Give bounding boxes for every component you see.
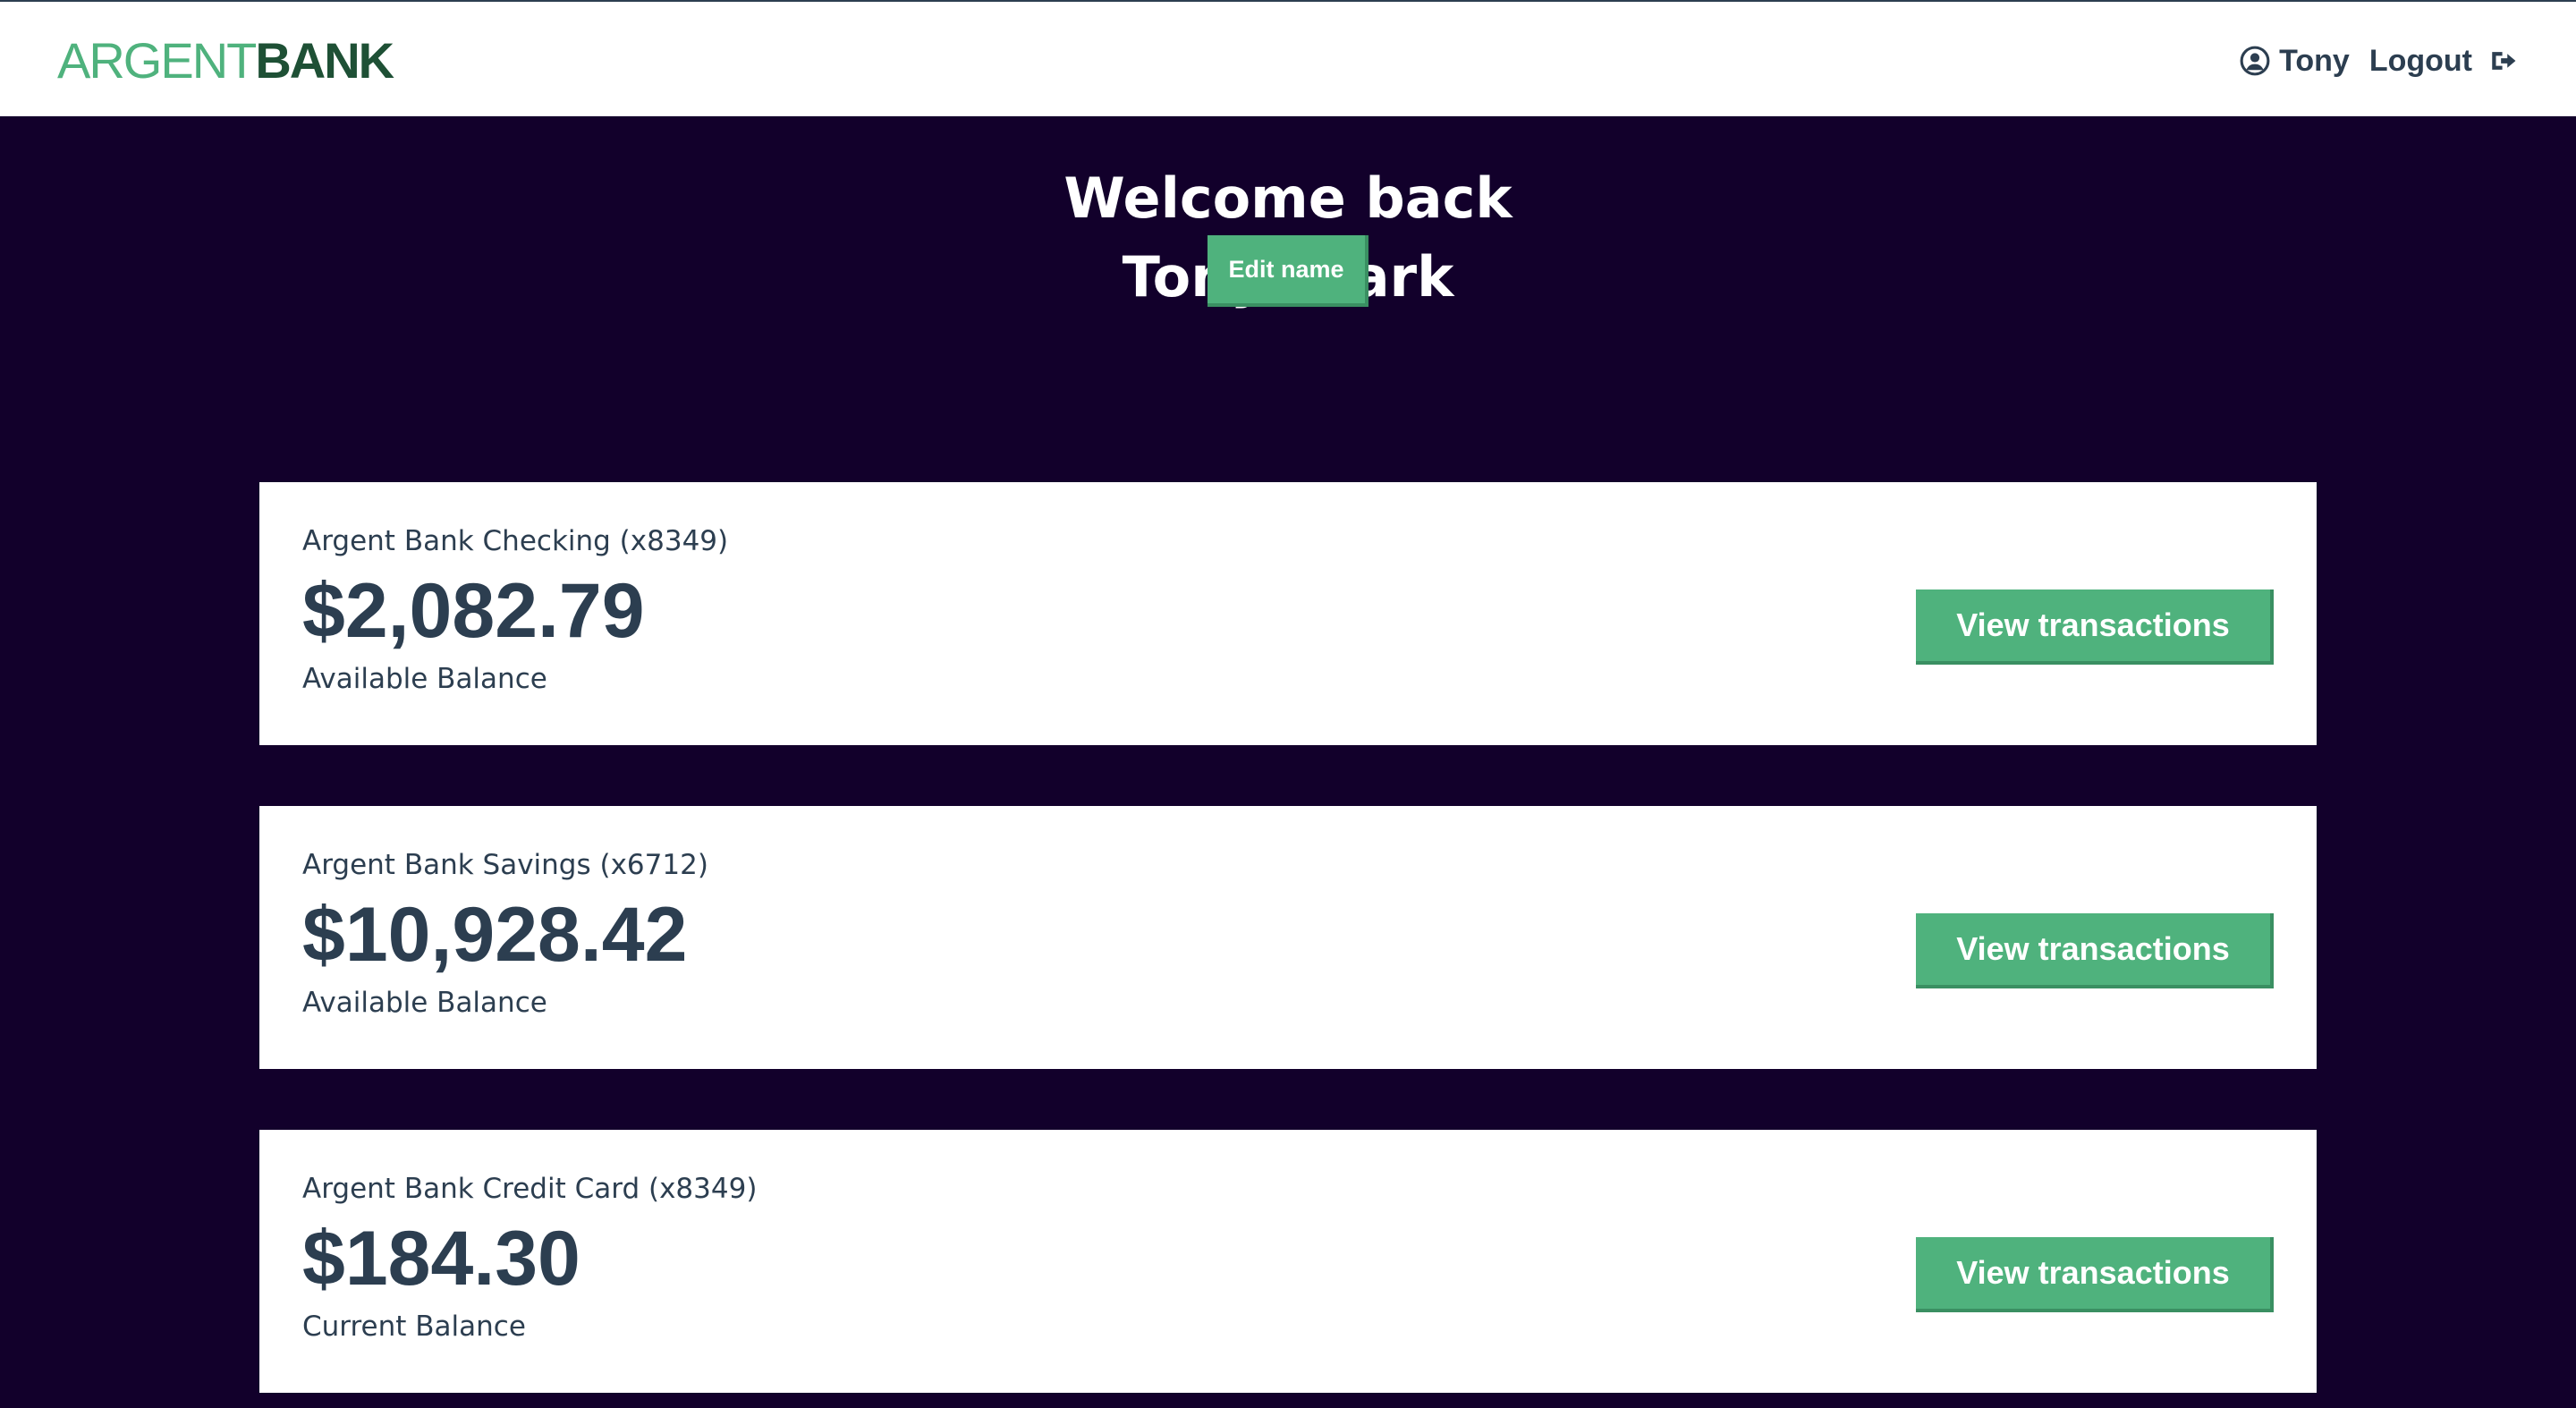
- edit-name-button[interactable]: Edit name: [1208, 235, 1368, 307]
- account-amount: $10,928.42: [302, 892, 688, 978]
- profile-link[interactable]: Tony: [2240, 44, 2350, 79]
- account-card-checking: Argent Bank Checking (x8349) $2,082.79 A…: [259, 482, 2317, 745]
- user-name-link: Tony: [2279, 43, 2350, 78]
- logout-link[interactable]: Logout: [2369, 44, 2519, 79]
- welcome-line: Welcome back: [1063, 165, 1513, 231]
- logo[interactable]: ARGENTBANK: [57, 32, 394, 89]
- logo-argent-text: ARGENT: [57, 32, 257, 89]
- sign-out-icon: [2492, 52, 2516, 70]
- account-amount: $2,082.79: [302, 568, 645, 654]
- navbar: ARGENTBANK Tony Logout: [0, 2, 2576, 116]
- account-card-savings: Argent Bank Savings (x6712) $10,928.42 A…: [259, 806, 2317, 1069]
- account-title: Argent Bank Savings (x6712): [302, 849, 708, 881]
- account-card-credit: Argent Bank Credit Card (x8349) $184.30 …: [259, 1130, 2317, 1393]
- logo-bank-text: BANK: [255, 32, 394, 89]
- account-title: Argent Bank Checking (x8349): [302, 525, 729, 557]
- logout-label: Logout: [2368, 43, 2472, 78]
- user-circle-icon: [2240, 46, 2270, 76]
- view-transactions-button[interactable]: View transactions: [1916, 913, 2274, 988]
- account-amount-description: Available Balance: [302, 987, 547, 1019]
- account-title: Argent Bank Credit Card (x8349): [302, 1173, 758, 1205]
- view-transactions-button[interactable]: View transactions: [1916, 589, 2274, 665]
- view-transactions-button[interactable]: View transactions: [1916, 1237, 2274, 1312]
- nav-user-menu: Tony Logout: [2240, 36, 2519, 86]
- account-amount-description: Current Balance: [302, 1310, 526, 1343]
- account-amount: $184.30: [302, 1216, 580, 1302]
- account-amount-description: Available Balance: [302, 663, 547, 695]
